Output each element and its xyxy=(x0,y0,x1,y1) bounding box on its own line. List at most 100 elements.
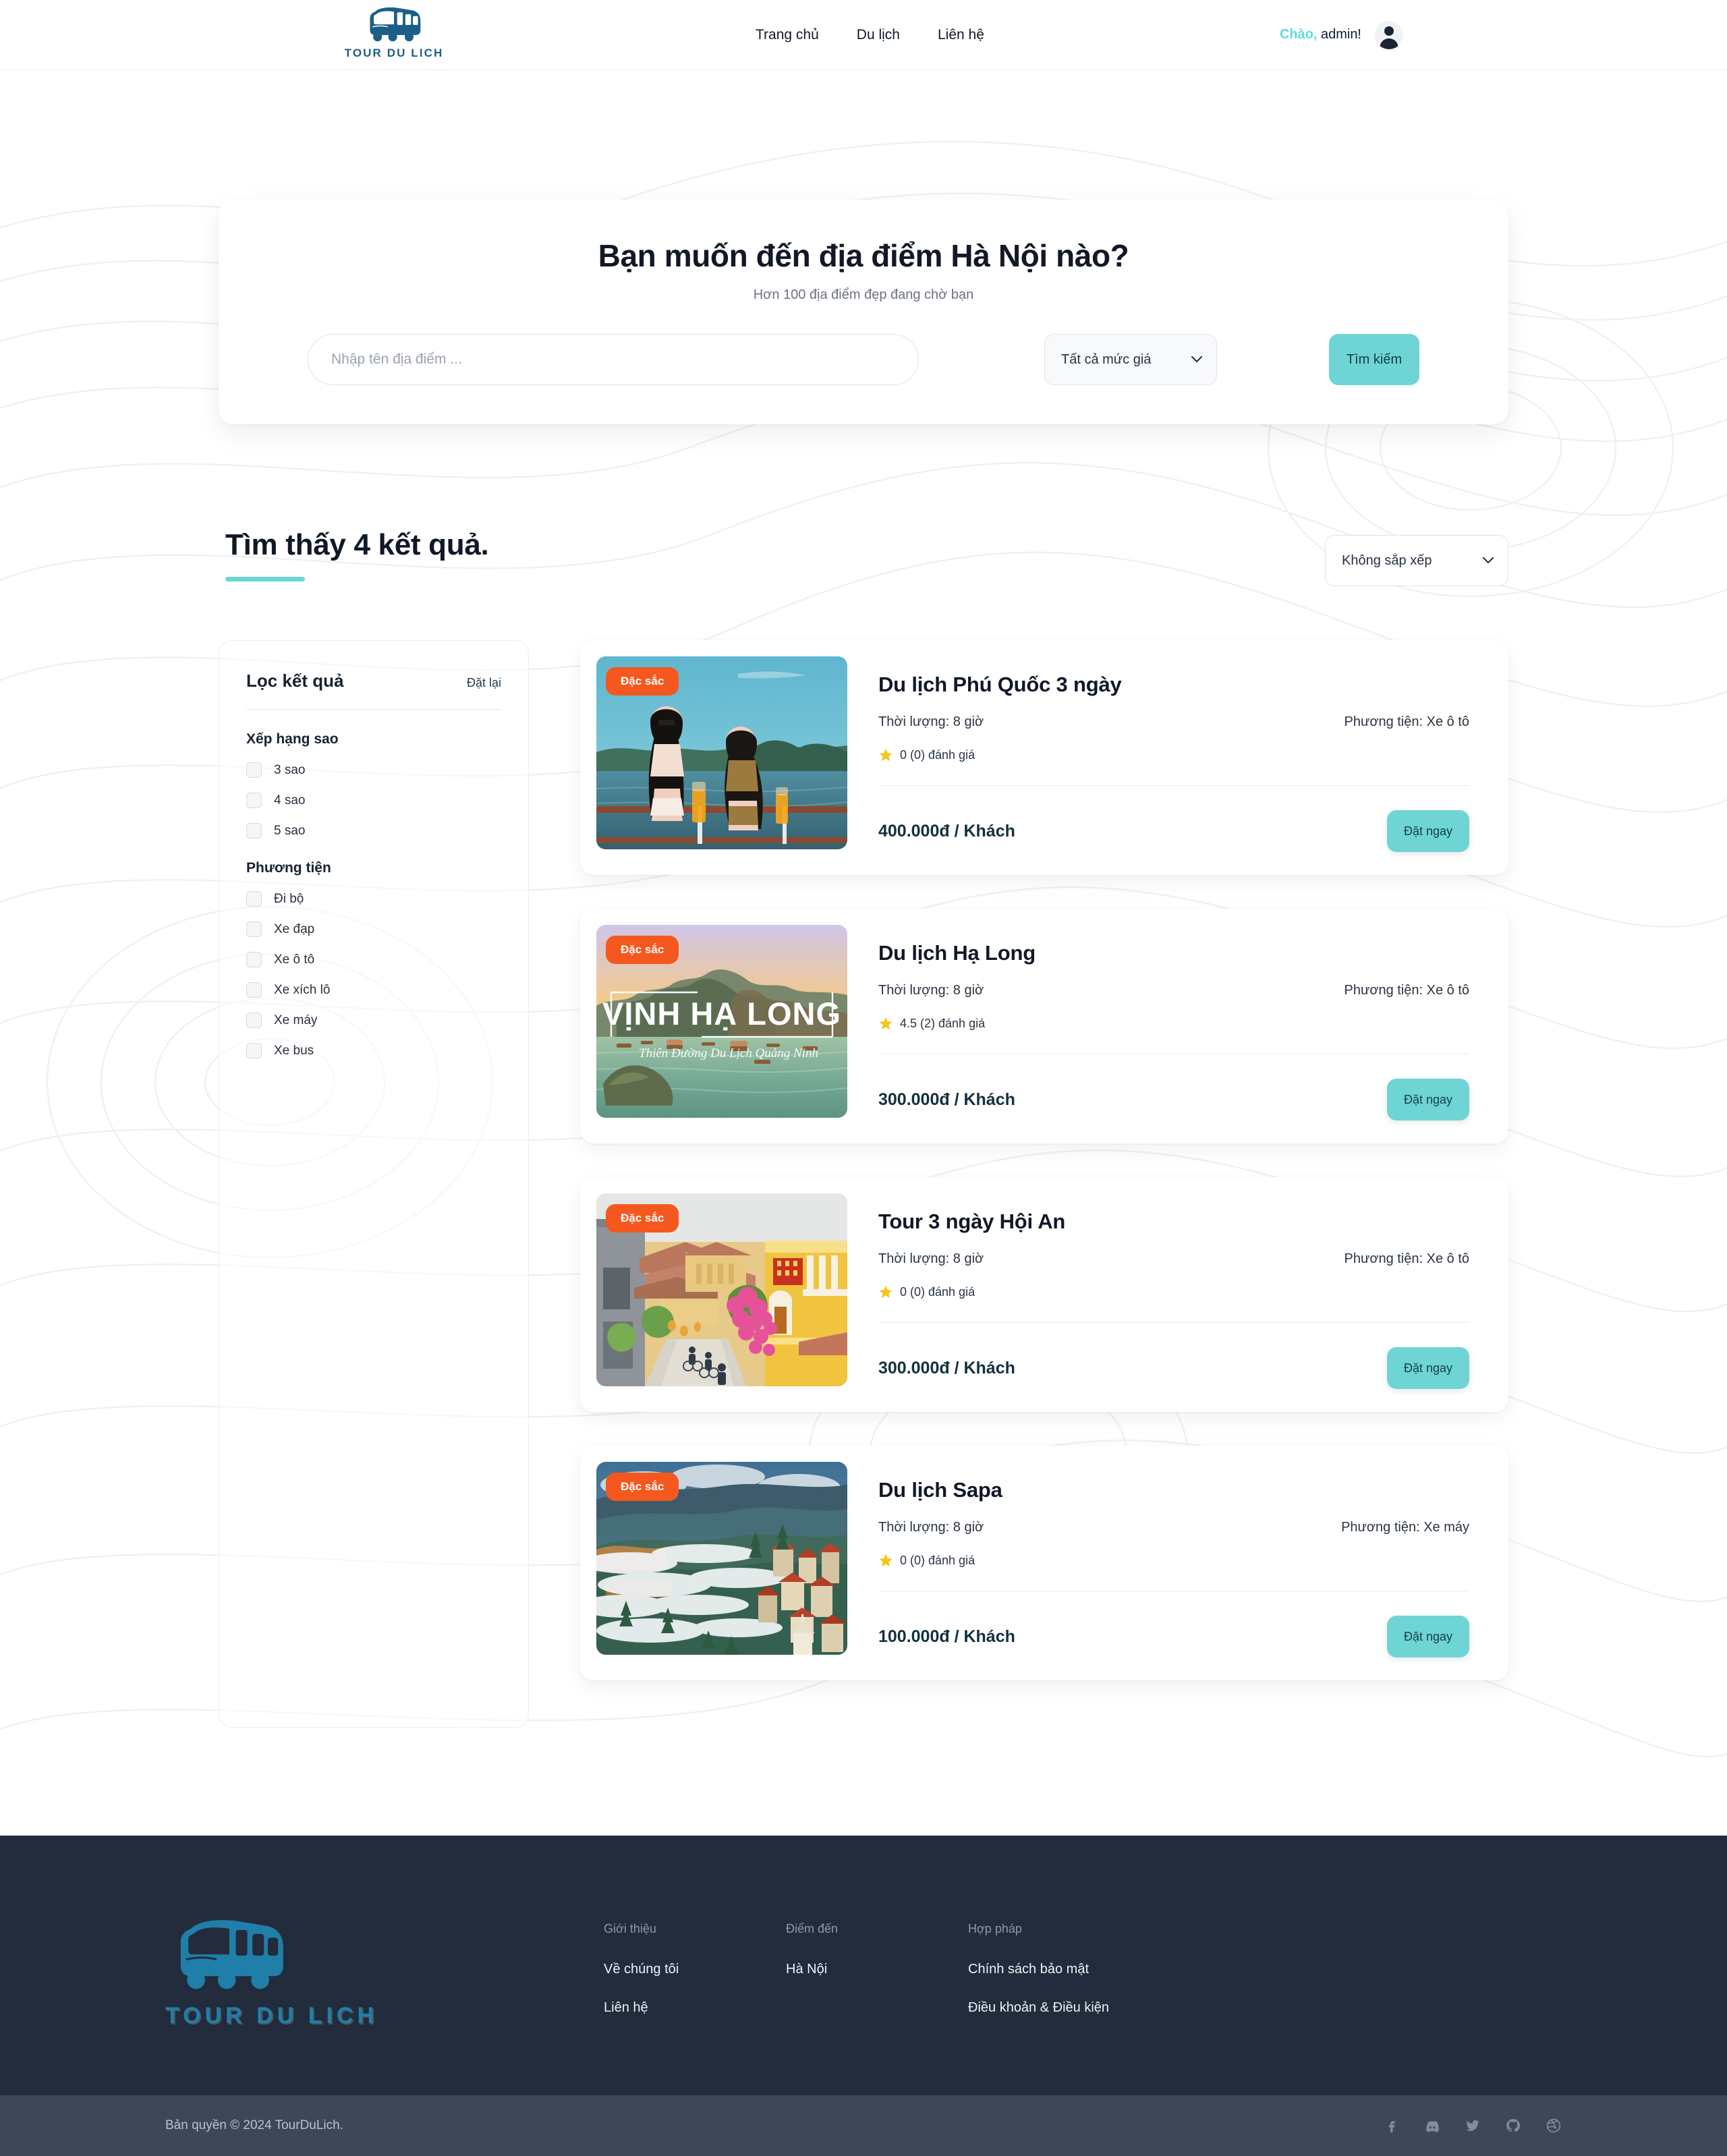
tour-price: 400.000đ / Khách xyxy=(878,821,1015,841)
results-header: Tìm thấy 4 kết quả. Không sắp xếp xyxy=(219,528,1508,586)
book-now-button[interactable]: Đặt ngay xyxy=(1387,810,1469,852)
avatar[interactable] xyxy=(1375,20,1403,49)
star-icon xyxy=(879,1017,893,1030)
checkbox-xe-bus[interactable] xyxy=(246,1043,262,1058)
filter-option-5-sao[interactable]: 5 sao xyxy=(246,823,501,839)
checkbox-di-bo[interactable] xyxy=(246,891,262,907)
tour-transport: Phương tiện: Xe máy xyxy=(1341,1520,1469,1535)
status-badge: Đặc sắc xyxy=(606,936,679,964)
checkbox-xe-may[interactable] xyxy=(246,1013,262,1028)
tour-card[interactable]: Đặc sắc xyxy=(580,1177,1508,1412)
tour-card[interactable]: Đặc sắc xyxy=(580,1446,1508,1680)
tour-transport: Phương tiện: Xe ô tô xyxy=(1344,983,1469,998)
checkbox-xe-o-to[interactable] xyxy=(246,952,262,967)
filter-group-title-transport: Phương tiện xyxy=(246,860,331,876)
book-now-button[interactable]: Đặt ngay xyxy=(1387,1079,1469,1120)
user-area: Chào, admin! xyxy=(1280,0,1403,70)
checkbox-label: Xe xích lô xyxy=(274,982,331,997)
filter-option-xe-o-to[interactable]: Xe ô tô xyxy=(246,952,501,967)
twitter-icon[interactable] xyxy=(1465,2118,1481,2134)
greeting-username: admin! xyxy=(1317,27,1361,42)
sort-select[interactable]: Không sắp xếp xyxy=(1325,535,1508,586)
checkbox-label: Xe bus xyxy=(274,1043,314,1058)
image-overlay-subtitle: Thiên Đường Du Lịch Quảng Ninh xyxy=(639,1046,818,1060)
tour-thumbnail[interactable]: Đặc sắc xyxy=(596,656,847,849)
nav-home[interactable]: Trang chủ xyxy=(756,27,819,43)
card-divider xyxy=(878,785,1469,786)
footer-link-hanoi[interactable]: Hà Nội xyxy=(786,1962,968,1977)
results-content: Lọc kết quả Đặt lại Xếp hạng sao 3 sao 4… xyxy=(219,640,1508,1836)
tour-meta-row: Thời lượng: 8 giờ Phương tiện: Xe ô tô xyxy=(878,714,1469,730)
checkbox-xe-xich-lo[interactable] xyxy=(246,982,262,998)
sort-wrap: Không sắp xếp xyxy=(1325,535,1508,586)
tour-thumbnail[interactable]: Đặc sắc xyxy=(596,1193,847,1386)
book-now-button[interactable]: Đặt ngay xyxy=(1387,1616,1469,1657)
tour-rating-row: 0 (0) đánh giá xyxy=(878,747,1469,762)
tour-transport: Phương tiện: Xe ô tô xyxy=(1344,714,1469,729)
greeting-hello: Chào, xyxy=(1279,27,1318,42)
dribbble-icon[interactable] xyxy=(1546,2118,1562,2134)
footer-link-contact[interactable]: Liên hệ xyxy=(604,2000,786,2016)
filter-option-4-sao[interactable]: 4 sao xyxy=(246,793,501,808)
tour-card[interactable]: Đặc sắc xyxy=(580,909,1508,1143)
results-title-wrap: Tìm thấy 4 kết quả. xyxy=(219,528,489,581)
footer-wordmark: TOUR DU LICH xyxy=(165,2003,378,2029)
social-links xyxy=(1384,2118,1562,2134)
tour-thumbnail[interactable]: Đặc sắc xyxy=(596,925,847,1118)
tour-meta-row: Thời lượng: 8 giờ Phương tiện: Xe máy xyxy=(878,1520,1469,1535)
brand-logo[interactable]: TOUR DU LICH xyxy=(333,5,455,60)
star-icon xyxy=(879,1554,893,1567)
footer-link-privacy[interactable]: Chính sách bảo mật xyxy=(968,1962,1251,1977)
tour-details: Tour 3 ngày Hội An Thời lượng: 8 giờ Phư… xyxy=(872,1193,1492,1396)
nav-travel[interactable]: Du lịch xyxy=(857,27,900,43)
footer-column-legal: Hợp pháp Chính sách bảo mật Điều khoản &… xyxy=(968,1922,1251,2039)
filter-reset-link[interactable]: Đặt lại xyxy=(467,676,501,690)
footer-column-title: Hợp pháp xyxy=(968,1922,1022,1935)
tour-card[interactable]: Đặc sắc xyxy=(580,640,1508,875)
search-button[interactable]: Tìm kiếm xyxy=(1329,334,1419,385)
tour-meta-row: Thời lượng: 8 giờ Phương tiện: Xe ô tô xyxy=(878,1251,1469,1267)
checkbox-5-sao[interactable] xyxy=(246,823,262,839)
footer-brand: TOUR DU LICH xyxy=(91,1906,604,2029)
tour-title: Du lịch Phú Quốc 3 ngày xyxy=(878,673,1122,696)
tour-thumbnail[interactable]: Đặc sắc xyxy=(596,1462,847,1655)
tour-price-row: 300.000đ / Khách Đặt ngay xyxy=(878,1347,1469,1389)
filter-panel: Lọc kết quả Đặt lại Xếp hạng sao 3 sao 4… xyxy=(219,640,529,1728)
book-now-button[interactable]: Đặt ngay xyxy=(1387,1347,1469,1389)
bus-icon xyxy=(180,1920,283,1989)
github-icon[interactable] xyxy=(1505,2118,1521,2134)
filter-option-xe-may[interactable]: Xe máy xyxy=(246,1013,501,1028)
tour-title: Tour 3 ngày Hội An xyxy=(878,1210,1066,1233)
copyright-text: Bản quyền © 2024 TourDuLich. xyxy=(165,2118,343,2132)
hero-search-section: Bạn muốn đến địa điểm Hà Nội nào? Hơn 10… xyxy=(0,70,1727,424)
tour-title: Du lịch Sapa xyxy=(878,1478,1002,1502)
checkbox-label: Xe đạp xyxy=(274,921,315,936)
title-underline xyxy=(225,577,305,581)
search-row: Tất cả mức giá Tìm kiếm xyxy=(308,334,1419,385)
hero-subtitle: Hơn 100 địa điểm đẹp đang chờ bạn xyxy=(753,287,974,302)
price-select[interactable]: Tất cả mức giá xyxy=(1044,334,1217,385)
filter-option-xe-dap[interactable]: Xe đạp xyxy=(246,921,501,937)
tour-rating-row: 4.5 (2) đánh giá xyxy=(878,1016,1469,1031)
filter-option-3-sao[interactable]: 3 sao xyxy=(246,762,501,778)
footer-link-columns: Giới thiệu Về chúng tôi Liên hệ Điểm đến… xyxy=(604,1906,1636,2039)
nav-contact[interactable]: Liên hệ xyxy=(938,27,984,43)
tour-price: 300.000đ / Khách xyxy=(878,1358,1015,1378)
tour-details: Du lịch Hạ Long Thời lượng: 8 giờ Phương… xyxy=(872,925,1492,1127)
facebook-icon[interactable] xyxy=(1384,2118,1400,2134)
checkbox-label: Xe máy xyxy=(274,1013,318,1027)
footer-bottom-bar: Bản quyền © 2024 TourDuLich. xyxy=(0,2095,1727,2156)
search-input[interactable] xyxy=(308,334,919,385)
checkbox-3-sao[interactable] xyxy=(246,762,262,778)
filter-header: Lọc kết quả Đặt lại xyxy=(246,671,501,691)
checkbox-xe-dap[interactable] xyxy=(246,921,262,937)
filter-option-xe-xich-lo[interactable]: Xe xích lô xyxy=(246,982,501,998)
tour-duration: Thời lượng: 8 giờ xyxy=(878,714,984,729)
image-overlay-title: VỊNH HẠ LONG xyxy=(602,996,841,1031)
checkbox-4-sao[interactable] xyxy=(246,793,262,808)
filter-option-xe-bus[interactable]: Xe bus xyxy=(246,1043,501,1058)
footer-link-about-us[interactable]: Về chúng tôi xyxy=(604,1962,786,1977)
footer-link-terms[interactable]: Điều khoản & Điều kiện xyxy=(968,2000,1251,2016)
discord-icon[interactable] xyxy=(1424,2118,1440,2134)
filter-option-di-bo[interactable]: Đi bộ xyxy=(246,891,501,907)
